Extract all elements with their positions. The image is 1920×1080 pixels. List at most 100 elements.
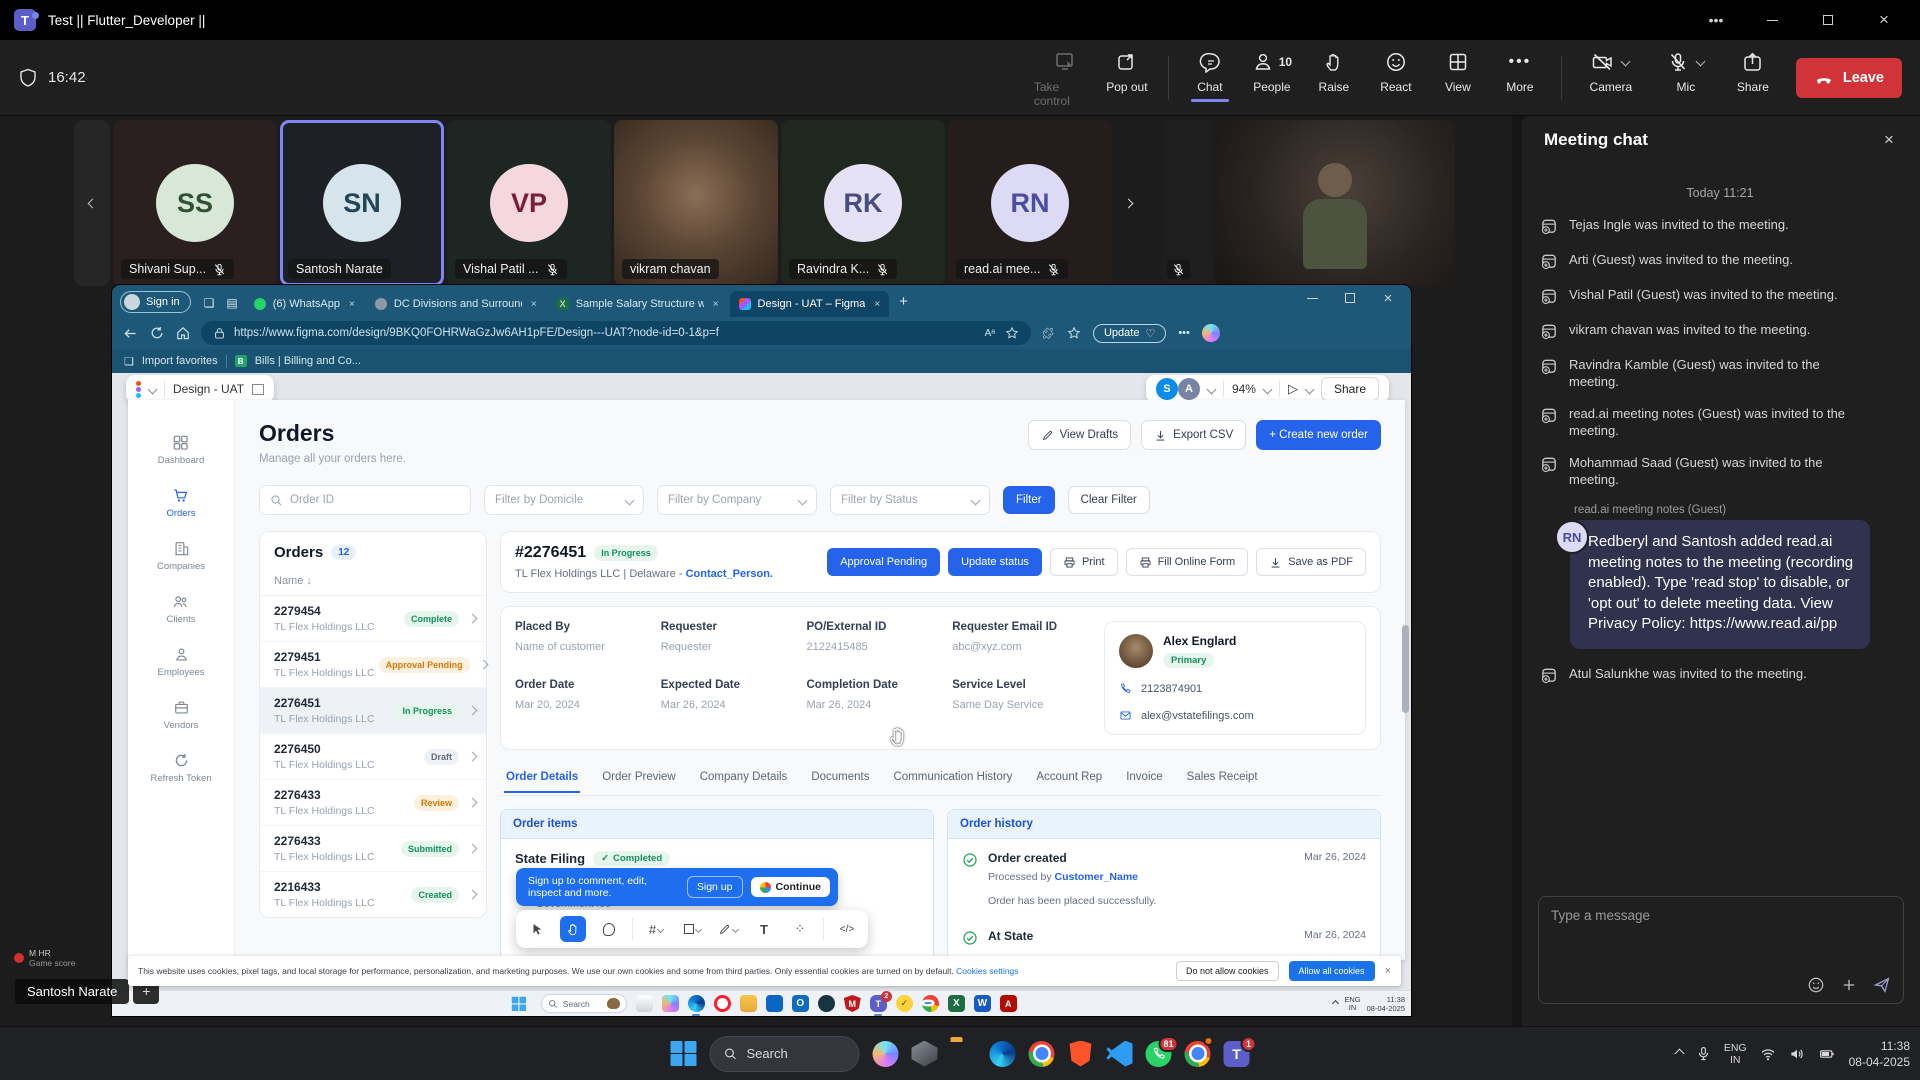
shared-search-box[interactable]: Search [541, 994, 627, 1013]
app-icon[interactable] [912, 1041, 938, 1067]
contact-email[interactable]: alex@vstatefilings.com [1141, 710, 1254, 722]
people-button[interactable]: 10 People [1241, 48, 1303, 94]
tab-account-rep[interactable]: Account Rep [1034, 765, 1104, 793]
tab-order-details[interactable]: Order Details [504, 765, 580, 793]
order-id-search-input[interactable]: Order ID [259, 485, 471, 515]
vertical-tabs-icon[interactable]: ▤ [226, 296, 237, 310]
chat-close-icon[interactable]: × [1874, 125, 1904, 155]
shared-start-button[interactable] [512, 996, 526, 1010]
tray-mic-icon[interactable] [1696, 1046, 1711, 1061]
chat-button[interactable]: Chat [1179, 48, 1241, 94]
deny-cookies-button[interactable]: Do not allow cookies [1176, 961, 1279, 981]
cookie-close-icon[interactable]: × [1385, 965, 1391, 977]
fill-online-form-button[interactable]: Fill Online Form [1126, 548, 1249, 576]
shared-clock-icon[interactable]: ✓ [896, 995, 913, 1012]
more-button[interactable]: ••• More [1489, 48, 1551, 94]
tab-company-details[interactable]: Company Details [698, 765, 790, 793]
teams-icon[interactable]: T1 [1224, 1041, 1250, 1067]
browser-close-button[interactable]: × [1369, 285, 1407, 311]
scroll-right-button[interactable] [1115, 120, 1141, 286]
vscode-icon[interactable] [1107, 1041, 1133, 1067]
google-continue-button[interactable]: Continue [751, 877, 831, 897]
copilot-icon[interactable] [1202, 324, 1220, 342]
window-more-icon[interactable]: ••• [1694, 0, 1738, 40]
order-row[interactable]: 2279451TL Flex Holdings LLC Approval Pen… [260, 642, 486, 688]
sidebar-item-dashboard[interactable]: Dashboard [158, 434, 204, 466]
clock[interactable]: 11:3808-04-2025 [1849, 1038, 1910, 1070]
update-browser-button[interactable]: Update ♡ [1093, 324, 1166, 343]
sidebar-item-vendors[interactable]: Vendors [164, 699, 199, 731]
contact-phone[interactable]: 2123874901 [1141, 683, 1202, 695]
browser-tab[interactable]: DC Divisions and Surroundings× [366, 291, 546, 317]
canvas-scrollbar[interactable] [1402, 625, 1409, 713]
figma-doc-name[interactable]: Design - UAT [173, 382, 244, 396]
layout-panel-icon[interactable] [252, 384, 264, 395]
extensions-icon[interactable]: 🧩︎ [1041, 327, 1055, 340]
export-csv-button[interactable]: Export CSV [1141, 420, 1246, 450]
zoom-chevron[interactable] [1263, 384, 1273, 394]
order-row[interactable]: 2216433TL Flex Holdings LLC Created [260, 872, 486, 917]
import-favorites-link[interactable]: Import favorites [142, 355, 218, 367]
figma-menu-chevron[interactable] [148, 384, 158, 394]
shared-mcafee-icon[interactable]: M [844, 995, 861, 1012]
tab-communication-history[interactable]: Communication History [891, 765, 1014, 793]
customer-name-link[interactable]: Customer_Name [1055, 871, 1138, 883]
wifi-icon[interactable] [1760, 1046, 1776, 1062]
sidebar-item-companies[interactable]: Companies [157, 540, 205, 572]
participant-tile-video-large[interactable] [1215, 120, 1455, 286]
bills-bookmark-link[interactable]: Bills | Billing and Co... [255, 355, 361, 367]
participant-tile-partial[interactable] [1162, 120, 1212, 286]
clear-filter-button[interactable]: Clear Filter [1068, 486, 1150, 514]
save-as-pdf-button[interactable]: Save as PDF [1256, 548, 1366, 576]
filter-domicile-dropdown[interactable]: Filter by Domicile [484, 485, 644, 515]
collaborators-chevron[interactable] [1206, 384, 1216, 394]
share-button[interactable]: Share [1722, 48, 1784, 94]
update-status-button[interactable]: Update status [948, 548, 1042, 576]
create-new-order-button[interactable]: + Create new order [1256, 420, 1381, 450]
order-row-selected[interactable]: 2276451TL Flex Holdings LLC In Progress [260, 688, 486, 734]
figma-share-button[interactable]: Share [1321, 377, 1379, 401]
tab-close-icon[interactable]: × [531, 299, 537, 310]
chat-message-input[interactable] [1551, 908, 1891, 923]
edge-icon[interactable] [990, 1041, 1016, 1067]
chat-message-list[interactable]: Today 11:21 Tejas Ingle was invited to t… [1522, 168, 1920, 886]
sidebar-item-clients[interactable]: Clients [166, 593, 195, 625]
tray-overflow-chevron[interactable] [1674, 1049, 1684, 1059]
taskbar-search[interactable]: Search [710, 1036, 860, 1072]
window-minimize-button[interactable] [1750, 0, 1794, 40]
order-row[interactable]: 2276433TL Flex Holdings LLC Submitted [260, 826, 486, 872]
browser-profile-icon[interactable] [1185, 1041, 1211, 1067]
filter-company-dropdown[interactable]: Filter by Company [657, 485, 817, 515]
file-explorer-icon[interactable] [951, 1041, 977, 1067]
window-maximize-button[interactable] [1806, 0, 1850, 40]
browser-maximize-button[interactable] [1331, 285, 1369, 311]
sidebar-item-refresh-token[interactable]: Refresh Token [150, 752, 211, 784]
language-switch[interactable]: ENGIN [1724, 1042, 1747, 1066]
contact-person-link[interactable]: Contact_Person. [686, 568, 773, 580]
collaborator-avatar[interactable]: A [1178, 378, 1200, 400]
shared-outlook-icon[interactable]: O [792, 995, 809, 1012]
url-field[interactable]: https://www.figma.com/design/9BKQ0FOHRWa… [201, 321, 1031, 345]
chrome-icon[interactable] [1029, 1041, 1055, 1067]
sidebar-item-employees[interactable]: Employees [158, 646, 205, 678]
shape-tool[interactable] [679, 916, 705, 942]
raise-hand-button[interactable]: Raise [1303, 48, 1365, 94]
cookies-settings-link[interactable]: Cookies settings [956, 966, 1018, 976]
shared-opera-icon[interactable] [714, 995, 731, 1012]
settings-more-icon[interactable]: ••• [1178, 327, 1190, 339]
order-row[interactable]: 2276433TL Flex Holdings LLC Review [260, 780, 486, 826]
order-row[interactable]: 2276450TL Flex Holdings LLC Draft [260, 734, 486, 780]
mic-button[interactable]: Mic [1650, 48, 1722, 94]
brave-icon[interactable] [1068, 1041, 1094, 1067]
shared-store-icon[interactable] [766, 995, 783, 1012]
pen-tool[interactable] [715, 916, 741, 942]
shared-copilot-icon[interactable] [662, 995, 679, 1012]
pop-out-button[interactable]: Pop out [1096, 48, 1158, 94]
frame-tool[interactable]: # [643, 916, 669, 942]
back-icon[interactable] [122, 325, 139, 342]
shared-acrobat-icon[interactable]: A [1000, 995, 1017, 1012]
browser-tab-active[interactable]: Design - UAT – Figma× [730, 291, 890, 317]
new-tab-button[interactable]: + [899, 293, 908, 310]
present-icon[interactable]: ▷ [1288, 381, 1298, 397]
allow-cookies-button[interactable]: Allow all cookies [1289, 961, 1375, 981]
